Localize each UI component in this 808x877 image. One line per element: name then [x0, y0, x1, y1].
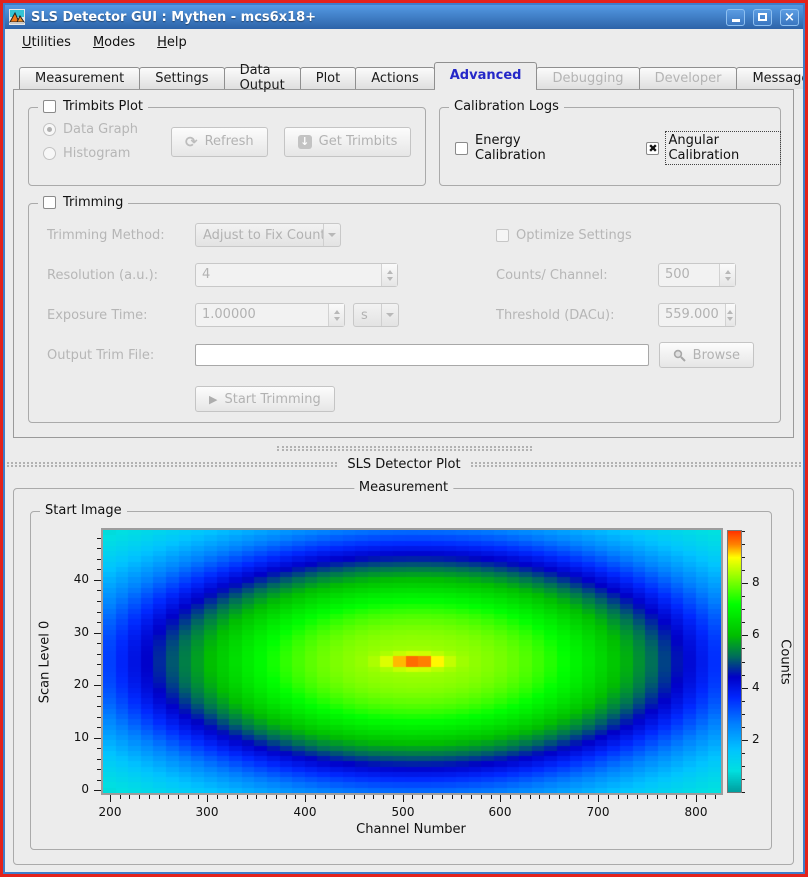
- trimming-checkbox-box: [43, 196, 56, 209]
- trimbits-plot-checkbox-box: [43, 100, 56, 113]
- trimming-method-select: Adjust to Fix Count Level: [195, 223, 341, 247]
- resolution-label: Resolution (a.u.):: [47, 268, 195, 283]
- radio-circle-icon: [43, 123, 56, 136]
- magnifier-icon: [673, 349, 686, 362]
- trimbits-plot-group: Trimbits Plot Data Graph Histogram: [28, 107, 426, 186]
- minimize-button[interactable]: [726, 9, 745, 26]
- angular-calibration-checkbox-box: ✖: [646, 142, 659, 155]
- trimming-group: Trimming Trimming Method: Adjust to Fix …: [28, 203, 781, 423]
- chevron-down-icon: [323, 224, 340, 246]
- advanced-tab-page: Trimbits Plot Data Graph Histogram: [13, 89, 794, 438]
- calibration-logs-title: Calibration Logs: [454, 99, 559, 114]
- start-image-group: Start Image 2003004005006007008000102030…: [30, 511, 772, 850]
- tab-measurement[interactable]: Measurement: [19, 67, 140, 89]
- spinner-arrows-icon: [381, 264, 397, 286]
- tab-messages[interactable]: Messages: [736, 67, 805, 89]
- get-trimbits-button: ↓ Get Trimbits: [284, 127, 412, 157]
- refresh-button: ⟳ Refresh: [171, 127, 268, 157]
- colorbar-title: Counts: [778, 639, 793, 684]
- x-axis-title: Channel Number: [261, 822, 561, 837]
- app-logo-icon: [9, 9, 25, 25]
- tab-developer: Developer: [639, 67, 738, 89]
- threshold-spinbox: 559.000: [658, 303, 736, 327]
- output-trim-file-input[interactable]: [195, 344, 649, 366]
- tab-advanced[interactable]: Advanced: [434, 62, 538, 89]
- radio-data-graph: Data Graph: [43, 122, 155, 137]
- heatmap-frame: [101, 528, 723, 795]
- splitter-texture: [7, 462, 337, 467]
- measurement-title: Measurement: [359, 480, 448, 495]
- exposure-time-spinbox: 1.00000: [195, 303, 345, 327]
- window-title: SLS Detector GUI : Mythen - mcs6x18+: [31, 10, 718, 25]
- chevron-down-icon: [381, 304, 398, 326]
- menu-utilities[interactable]: Utilities: [13, 32, 80, 53]
- calibration-logs-group: Calibration Logs Energy Calibration ✖ An…: [439, 107, 781, 186]
- start-trimming-button: ▶ Start Trimming: [195, 386, 335, 412]
- trimming-label: Trimming: [63, 195, 123, 210]
- optimize-settings-checkbox: Optimize Settings: [496, 228, 632, 243]
- close-button[interactable]: ×: [780, 9, 799, 26]
- splitter-handle-top[interactable]: [277, 446, 532, 451]
- energy-calibration-checkbox-box: [455, 142, 468, 155]
- y-axis-title: Scan Level 0: [38, 621, 53, 703]
- maximize-icon: [758, 13, 767, 21]
- splitter-label: SLS Detector Plot: [347, 457, 460, 472]
- tab-bar: Measurement Settings Data Output Plot Ac…: [19, 62, 803, 89]
- browse-button: Browse: [659, 342, 754, 368]
- plot-area: 2003004005006007008000102030402468 Chann…: [31, 512, 771, 849]
- close-icon: ×: [784, 11, 795, 24]
- menu-modes[interactable]: Modes: [84, 32, 144, 53]
- menu-help[interactable]: Help: [148, 32, 196, 53]
- exposure-unit-select: s: [353, 303, 399, 327]
- maximize-button[interactable]: [753, 9, 772, 26]
- colorbar-frame: [727, 530, 742, 793]
- optimize-settings-checkbox-box: [496, 229, 509, 242]
- tab-data-output[interactable]: Data Output: [224, 67, 301, 89]
- tab-plot[interactable]: Plot: [300, 67, 357, 89]
- counts-channel-spinbox: 500: [658, 263, 736, 287]
- exposure-time-label: Exposure Time:: [47, 308, 195, 323]
- trimming-checkbox[interactable]: Trimming: [43, 195, 123, 210]
- window-frame: SLS Detector GUI : Mythen - mcs6x18+ × U…: [3, 3, 805, 874]
- refresh-icon: ⟳: [185, 133, 198, 151]
- tab-actions[interactable]: Actions: [355, 67, 435, 89]
- minimize-icon: [732, 19, 740, 22]
- counts-channel-label: Counts/ Channel:: [496, 268, 658, 283]
- download-icon: ↓: [298, 135, 312, 149]
- threshold-label: Threshold (DACu):: [496, 308, 658, 323]
- colorbar-canvas: [728, 531, 741, 792]
- resolution-spinbox: 4: [195, 263, 398, 287]
- angular-calibration-checkbox[interactable]: ✖ Angular Calibration: [646, 132, 780, 164]
- trimbits-plot-label: Trimbits Plot: [63, 99, 143, 114]
- splitter-handle[interactable]: SLS Detector Plot: [7, 456, 801, 472]
- energy-calibration-checkbox[interactable]: Energy Calibration: [455, 133, 580, 163]
- play-icon: ▶: [209, 393, 217, 406]
- spinner-arrows-icon: [719, 264, 735, 286]
- radio-circle-icon: [43, 147, 56, 160]
- spinner-arrows-icon: [725, 304, 735, 326]
- radio-histogram: Histogram: [43, 146, 155, 161]
- spinner-arrows-icon: [328, 304, 344, 326]
- measurement-group: Measurement Start Image 2003004005006007…: [13, 488, 794, 865]
- trimming-method-label: Trimming Method:: [47, 228, 195, 243]
- heatmap-canvas[interactable]: [103, 530, 721, 793]
- output-trim-file-label: Output Trim File:: [47, 348, 195, 363]
- titlebar[interactable]: SLS Detector GUI : Mythen - mcs6x18+ ×: [5, 5, 803, 29]
- tab-settings[interactable]: Settings: [139, 67, 224, 89]
- tab-debugging: Debugging: [536, 67, 639, 89]
- menubar: Utilities Modes Help: [5, 29, 803, 56]
- splitter-texture: [471, 462, 801, 467]
- trimbits-plot-checkbox[interactable]: Trimbits Plot: [43, 99, 143, 114]
- app-window: SLS Detector GUI : Mythen - mcs6x18+ × U…: [0, 0, 808, 877]
